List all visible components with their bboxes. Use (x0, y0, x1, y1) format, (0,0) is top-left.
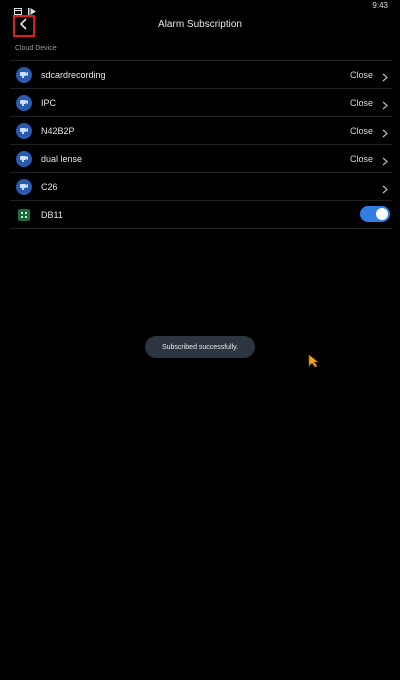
doorbell-icon (18, 208, 30, 221)
device-status: Close (349, 69, 373, 80)
device-row-db11[interactable]: DB11 (10, 201, 392, 229)
mouse-cursor-icon (308, 354, 320, 373)
device-name: IPC (41, 97, 57, 108)
header: Alarm Subscription (0, 12, 400, 40)
device-row-n42b2p[interactable]: N42B2P Close (10, 117, 392, 145)
camera-icon (16, 94, 32, 111)
chevron-right-icon (382, 181, 388, 199)
device-row-c26[interactable]: C26 (10, 173, 392, 201)
camera-icon (16, 66, 32, 83)
chevron-right-icon (382, 69, 388, 87)
device-row-dual-lense[interactable]: dual lense Close (10, 145, 392, 173)
chevron-right-icon (382, 153, 388, 171)
camera-icon (16, 150, 32, 167)
device-list: sdcardrecording Close IPC Close N42B2P C… (10, 60, 392, 229)
toggle-knob (376, 208, 388, 220)
device-row-sdcardrecording[interactable]: sdcardrecording Close (10, 60, 392, 89)
camera-icon (16, 178, 32, 195)
page-title: Alarm Subscription (158, 19, 242, 30)
device-row-ipc[interactable]: IPC Close (10, 89, 392, 117)
device-name: dual lense (41, 153, 83, 164)
device-name: C26 (41, 181, 58, 192)
chevron-right-icon (382, 97, 388, 115)
device-status: Close (349, 153, 373, 164)
section-label: Cloud Device (15, 45, 57, 52)
subscription-toggle[interactable] (360, 206, 390, 222)
camera-icon (16, 122, 32, 139)
status-time: 9:43 (372, 1, 388, 10)
device-name: sdcardrecording (41, 69, 106, 80)
chevron-right-icon (382, 125, 388, 143)
status-bar: 9:43 (0, 0, 400, 15)
toast-message: Subscribed successfully. (145, 336, 255, 358)
device-status: Close (349, 125, 373, 136)
device-name: N42B2P (41, 125, 75, 136)
device-name: DB11 (41, 209, 63, 220)
device-status: Close (349, 97, 373, 108)
